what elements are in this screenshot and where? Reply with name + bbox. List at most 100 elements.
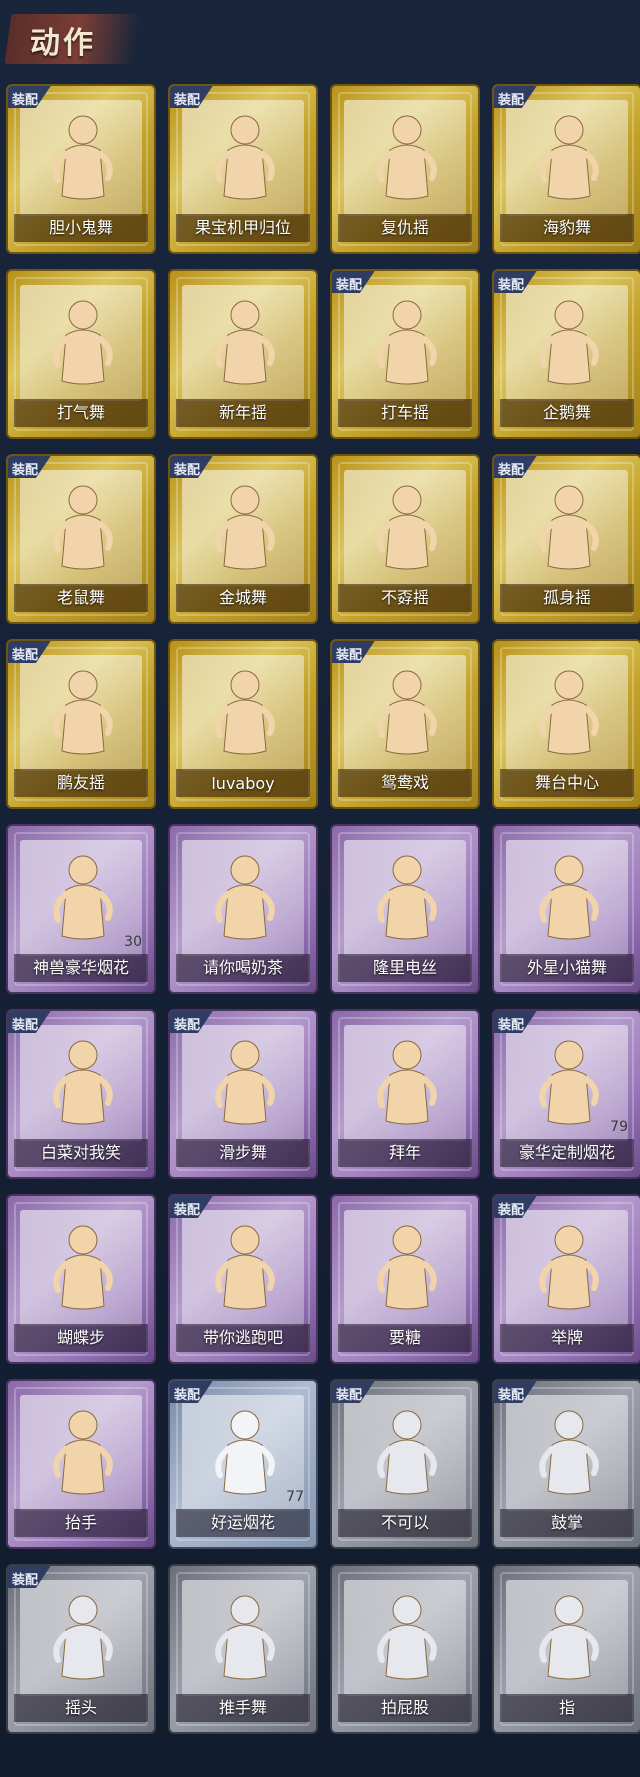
card-label: 滑步舞 bbox=[218, 1143, 267, 1162]
action-card[interactable]: luvaboy bbox=[168, 639, 318, 809]
action-card[interactable]: 白菜对我笑 装配 bbox=[6, 1009, 156, 1179]
equipped-badge-label: 装配 bbox=[498, 278, 525, 293]
action-card[interactable]: 神兽豪华烟花 30 bbox=[6, 824, 156, 994]
action-card[interactable]: 胆小鬼舞 装配 bbox=[6, 84, 156, 254]
action-card[interactable]: 拍屁股 bbox=[330, 1564, 480, 1734]
card-label: 海豹舞 bbox=[542, 218, 591, 237]
action-card[interactable]: 请你喝奶茶 bbox=[168, 824, 318, 994]
dancer-silhouette-icon bbox=[539, 1040, 599, 1125]
equipped-badge-label: 装配 bbox=[498, 1388, 525, 1403]
dancer-silhouette-icon bbox=[539, 115, 599, 200]
card-label: 打气舞 bbox=[56, 403, 105, 422]
equipped-badge-label: 装配 bbox=[498, 463, 525, 478]
dancer-silhouette-icon bbox=[53, 670, 113, 755]
card-label: 神兽豪华烟花 bbox=[32, 958, 129, 977]
action-card[interactable]: 老鼠舞 装配 bbox=[6, 454, 156, 624]
card-label: luvaboy bbox=[211, 774, 275, 793]
action-card[interactable]: 鹏友摇 装配 bbox=[6, 639, 156, 809]
action-card[interactable]: 果宝机甲归位 装配 bbox=[168, 84, 318, 254]
card-label: 请你喝奶茶 bbox=[202, 958, 283, 977]
action-card[interactable]: 拜年 bbox=[330, 1009, 480, 1179]
dancer-silhouette-icon bbox=[53, 300, 113, 385]
action-card[interactable]: 豪华定制烟花 79 装配 bbox=[492, 1009, 640, 1179]
dancer-silhouette-icon bbox=[53, 1040, 113, 1125]
action-card[interactable]: 蝴蝶步 bbox=[6, 1194, 156, 1364]
item-count: 77 bbox=[286, 1489, 304, 1505]
equipped-badge-label: 装配 bbox=[498, 1203, 525, 1218]
dancer-silhouette-icon bbox=[539, 1595, 599, 1680]
action-card[interactable]: 带你逃跑吧 装配 bbox=[168, 1194, 318, 1364]
dancer-silhouette-icon bbox=[539, 1225, 599, 1310]
dancer-silhouette-icon bbox=[377, 300, 437, 385]
action-card[interactable]: 隆里电丝 bbox=[330, 824, 480, 994]
item-count: 30 bbox=[124, 934, 142, 950]
action-card[interactable]: 打车摇 装配 bbox=[330, 269, 480, 439]
action-card[interactable]: 外星小猫舞 bbox=[492, 824, 640, 994]
card-label: 好运烟花 bbox=[210, 1513, 275, 1532]
action-card[interactable]: 鼓掌 装配 bbox=[492, 1379, 640, 1549]
card-label: 白菜对我笑 bbox=[40, 1143, 121, 1162]
action-card[interactable]: 好运烟花 77 装配 bbox=[168, 1379, 318, 1549]
dancer-silhouette-icon bbox=[539, 855, 599, 940]
card-label: 拜年 bbox=[388, 1143, 421, 1162]
equipped-badge-label: 装配 bbox=[336, 648, 363, 663]
card-label: 抬手 bbox=[64, 1513, 97, 1532]
card-label: 老鼠舞 bbox=[56, 588, 105, 607]
dancer-silhouette-icon bbox=[215, 855, 275, 940]
card-label: 不可以 bbox=[380, 1513, 429, 1532]
action-card[interactable]: 抬手 bbox=[6, 1379, 156, 1549]
equipped-badge-label: 装配 bbox=[12, 463, 39, 478]
dancer-silhouette-icon bbox=[215, 1040, 275, 1125]
dancer-silhouette-icon bbox=[215, 1595, 275, 1680]
dancer-silhouette-icon bbox=[215, 1225, 275, 1310]
equipped-badge-label: 装配 bbox=[12, 648, 39, 663]
action-card[interactable]: 不可以 装配 bbox=[330, 1379, 480, 1549]
card-label: 胆小鬼舞 bbox=[48, 218, 113, 237]
action-card[interactable]: 企鹅舞 装配 bbox=[492, 269, 640, 439]
action-card[interactable]: 推手舞 bbox=[168, 1564, 318, 1734]
dancer-silhouette-icon bbox=[215, 1410, 275, 1495]
action-card[interactable]: 不孬摇 bbox=[330, 454, 480, 624]
action-card[interactable]: 打气舞 bbox=[6, 269, 156, 439]
dancer-silhouette-icon bbox=[53, 115, 113, 200]
card-label: 举牌 bbox=[550, 1328, 583, 1347]
action-card[interactable]: 指 bbox=[492, 1564, 640, 1734]
dancer-silhouette-icon bbox=[377, 1225, 437, 1310]
actions-page: 动作 胆小鬼舞 装配 果宝机甲归位 装配 复仇摇 海豹舞 装配 打气舞 新年摇 打车摇 装配 企鹅舞装… bbox=[0, 0, 640, 1777]
action-card[interactable]: 要糖 bbox=[330, 1194, 480, 1364]
card-label: 鼓掌 bbox=[550, 1513, 583, 1532]
action-card[interactable]: 海豹舞 装配 bbox=[492, 84, 640, 254]
card-label: 新年摇 bbox=[218, 403, 267, 422]
equipped-badge-label: 装配 bbox=[12, 1018, 39, 1033]
action-card[interactable]: 舞台中心 bbox=[492, 639, 640, 809]
action-card[interactable]: 孤身摇 装配 bbox=[492, 454, 640, 624]
dancer-silhouette-icon bbox=[377, 855, 437, 940]
action-card[interactable]: 摇头 装配 bbox=[6, 1564, 156, 1734]
card-label: 打车摇 bbox=[380, 403, 429, 422]
dancer-silhouette-icon bbox=[377, 670, 437, 755]
item-count: 79 bbox=[610, 1119, 628, 1135]
action-card[interactable]: 滑步舞 装配 bbox=[168, 1009, 318, 1179]
action-card[interactable]: 鸳鸯戏 装配 bbox=[330, 639, 480, 809]
dancer-silhouette-icon bbox=[539, 485, 599, 570]
dancer-silhouette-icon bbox=[53, 855, 113, 940]
action-card[interactable]: 举牌 装配 bbox=[492, 1194, 640, 1364]
dancer-silhouette-icon bbox=[539, 300, 599, 385]
dancer-silhouette-icon bbox=[215, 485, 275, 570]
action-card[interactable]: 复仇摇 bbox=[330, 84, 480, 254]
dancer-silhouette-icon bbox=[539, 1410, 599, 1495]
card-label: 豪华定制烟花 bbox=[518, 1143, 615, 1162]
equipped-badge-label: 装配 bbox=[336, 1388, 363, 1403]
equipped-badge-label: 装配 bbox=[498, 1018, 525, 1033]
equipped-badge-label: 装配 bbox=[12, 1573, 39, 1588]
action-card[interactable]: 新年摇 bbox=[168, 269, 318, 439]
action-card[interactable]: 金城舞 装配 bbox=[168, 454, 318, 624]
page-title: 动作 bbox=[30, 26, 96, 61]
dancer-silhouette-icon bbox=[53, 1225, 113, 1310]
equipped-badge-label: 装配 bbox=[336, 278, 363, 293]
dancer-silhouette-icon bbox=[377, 115, 437, 200]
dancer-silhouette-icon bbox=[377, 485, 437, 570]
card-label: 拍屁股 bbox=[380, 1698, 429, 1717]
card-label: 舞台中心 bbox=[534, 773, 599, 792]
equipped-badge-label: 装配 bbox=[174, 1018, 201, 1033]
